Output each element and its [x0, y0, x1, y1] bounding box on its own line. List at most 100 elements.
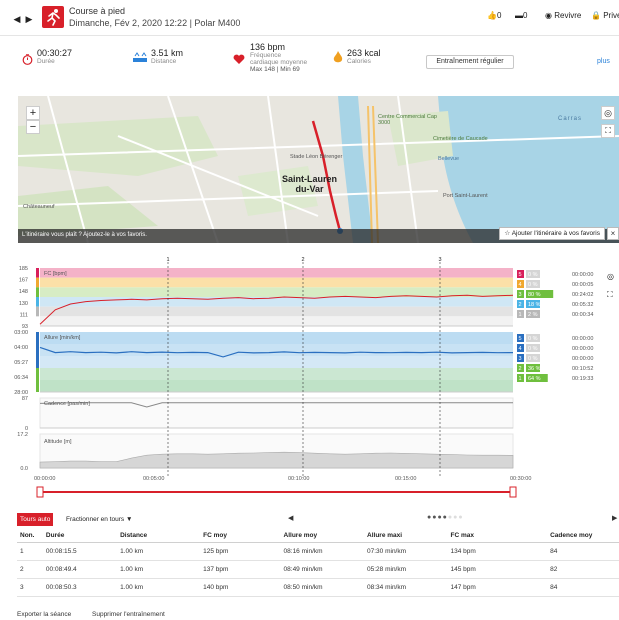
table-row[interactable]: 1 00:08:15.5 1.00 km 125 bpm 08:16 min/km 07:…	[17, 542, 619, 561]
add-favorite-route-button[interactable]: ☆ Ajouter l'itinéraire à vos favoris	[499, 227, 605, 240]
table-cell: 1	[17, 542, 43, 561]
privacy-label: Privé	[603, 11, 619, 20]
y-tick-label: 03:00	[14, 330, 28, 336]
more-link[interactable]: plus	[597, 58, 610, 65]
column-header[interactable]: Allure moy	[280, 530, 365, 543]
hr-zone-band	[40, 277, 513, 288]
fullscreen-icon[interactable]: ⛶	[601, 124, 615, 138]
table-cell: 84	[547, 542, 619, 561]
lap-marker-label: 1	[167, 257, 170, 263]
table-cell: 2	[17, 560, 43, 579]
hr-zone-band	[40, 268, 513, 278]
map-canvas	[18, 96, 619, 243]
hr-zone-marker	[36, 306, 39, 317]
hr-panel-label: FC [bpm]	[44, 271, 67, 277]
relive-button[interactable]: ◉ Revivre	[545, 11, 581, 20]
pace-zone-marker	[36, 332, 39, 344]
next-arrow-icon[interactable]: ▶	[22, 12, 36, 26]
tab-split-laps[interactable]: Fractionner en tours ▼	[66, 513, 132, 526]
split-laps-label: Fractionner en tours	[66, 516, 125, 523]
table-cell: 140 bpm	[200, 578, 281, 597]
x-tick-label: 00:30:00	[510, 476, 531, 482]
table-cell: 84	[547, 578, 619, 597]
zone-number: 3	[519, 356, 522, 362]
range-slider-handle-left[interactable]	[36, 486, 44, 498]
zone-time: 00:00:34	[572, 312, 593, 318]
running-icon	[42, 6, 64, 28]
summary-bar: 00:30:27 Durée 3.51 km Distance 136 bpm …	[0, 40, 619, 84]
table-cell: 145 bpm	[447, 560, 548, 579]
column-header[interactable]: FC max	[447, 530, 548, 543]
column-header[interactable]: FC moy	[200, 530, 281, 543]
pagination-dots[interactable]: ●●●●●●●	[427, 514, 464, 521]
zoom-in-button[interactable]: +	[26, 106, 40, 120]
lap-marker-label: 2	[302, 257, 305, 263]
altitude-panel-label: Altitude [m]	[44, 439, 72, 445]
export-session-button[interactable]: Exporter la séance	[17, 611, 71, 618]
training-chart[interactable]: 1 2 3 FC [bpm] Allure [min/km] Cadence [pas/m…	[0, 254, 619, 504]
delete-training-button[interactable]: Supprimer l'entraînement	[92, 611, 165, 618]
y-tick-label: 0.0	[20, 466, 28, 472]
zone-percent: 36 %	[528, 366, 541, 372]
heart-rate-label: Fréquence	[250, 52, 282, 59]
table-row[interactable]: 3 00:08:50.3 1.00 km 140 bpm 08:50 min/km 08:…	[17, 578, 619, 597]
like-button[interactable]: 👍0	[487, 11, 501, 20]
hr-zone-band	[40, 306, 513, 317]
close-icon[interactable]: ×	[607, 227, 619, 240]
y-tick-label: 185	[19, 266, 28, 272]
star-icon: ☆	[504, 230, 511, 237]
pace-zone-marker	[36, 344, 39, 356]
map-poi-label: Port Saint-Laurent	[443, 193, 488, 199]
y-tick-label: 167	[19, 278, 28, 284]
column-header[interactable]: Cadence moy	[547, 530, 619, 543]
table-header-row: Non. Durée Distance FC moy Allure moy Allure …	[17, 530, 619, 543]
pace-zone-band	[40, 356, 513, 368]
next-page-arrow-icon[interactable]: ▶	[612, 514, 617, 522]
map-poi-label: Stade Léon Bérenger	[290, 154, 343, 160]
training-type-button[interactable]: Entraînement régulier	[426, 55, 514, 69]
y-tick-label: 130	[19, 301, 28, 307]
route-map[interactable]: Saint-Lauren du-Var Stade Léon Bérenger C…	[18, 96, 619, 243]
privacy-button[interactable]: 🔒 Privé	[591, 11, 619, 20]
column-header[interactable]: Distance	[117, 530, 201, 543]
zone-number: 3	[519, 292, 522, 298]
zone-number: 2	[519, 302, 522, 308]
thumbs-up-icon: 👍	[487, 11, 497, 20]
comment-count: 0	[523, 11, 528, 20]
zone-number: 4	[519, 282, 522, 288]
table-cell: 125 bpm	[200, 542, 281, 561]
table-cell: 00:08:50.3	[42, 578, 118, 597]
comment-button[interactable]: ▬0	[515, 11, 527, 20]
table-cell: 08:34 min/km	[364, 578, 448, 597]
y-tick-label: 111	[20, 312, 28, 318]
x-tick-label: 00:10:00	[288, 476, 309, 482]
x-tick-label: 00:00:00	[34, 476, 55, 482]
tab-auto-laps[interactable]: Tours auto	[17, 513, 54, 526]
zone-number: 2	[519, 366, 522, 372]
range-slider-handle-right[interactable]	[509, 486, 517, 498]
zoom-out-button[interactable]: −	[26, 120, 40, 134]
like-count: 0	[496, 11, 502, 20]
locate-icon[interactable]: ◎	[601, 106, 615, 120]
column-header[interactable]: Allure maxi	[364, 530, 448, 543]
table-cell: 07:30 min/km	[364, 542, 448, 561]
table-cell: 147 bpm	[447, 578, 548, 597]
table-row[interactable]: 2 00:08:49.4 1.00 km 137 bpm 08:49 min/km 05:…	[17, 560, 619, 579]
zone-percent: 0 %	[528, 356, 538, 362]
map-city-label: Saint-Lauren du-Var	[282, 174, 338, 194]
comment-icon: ▬	[515, 11, 523, 20]
prev-page-arrow-icon[interactable]: ◀	[288, 514, 293, 522]
table-cell: 08:49 min/km	[280, 560, 365, 579]
zone-time: 00:00:00	[572, 336, 593, 342]
cadence-panel-label: Cadence [pas/min]	[44, 401, 90, 407]
zone-time: 00:19:33	[572, 376, 593, 382]
column-header[interactable]: Non.	[17, 530, 43, 543]
y-tick-label: 05:27	[14, 360, 28, 366]
distance-value: 3.51 km	[151, 48, 184, 58]
table-cell: 134 bpm	[447, 542, 548, 561]
pace-zone-marker	[36, 368, 39, 380]
column-header[interactable]: Durée	[42, 530, 118, 543]
session-title: Course à pied	[69, 6, 126, 16]
relive-label: Revivre	[554, 11, 582, 20]
duration-stat: 00:30:27 Durée	[22, 48, 72, 65]
